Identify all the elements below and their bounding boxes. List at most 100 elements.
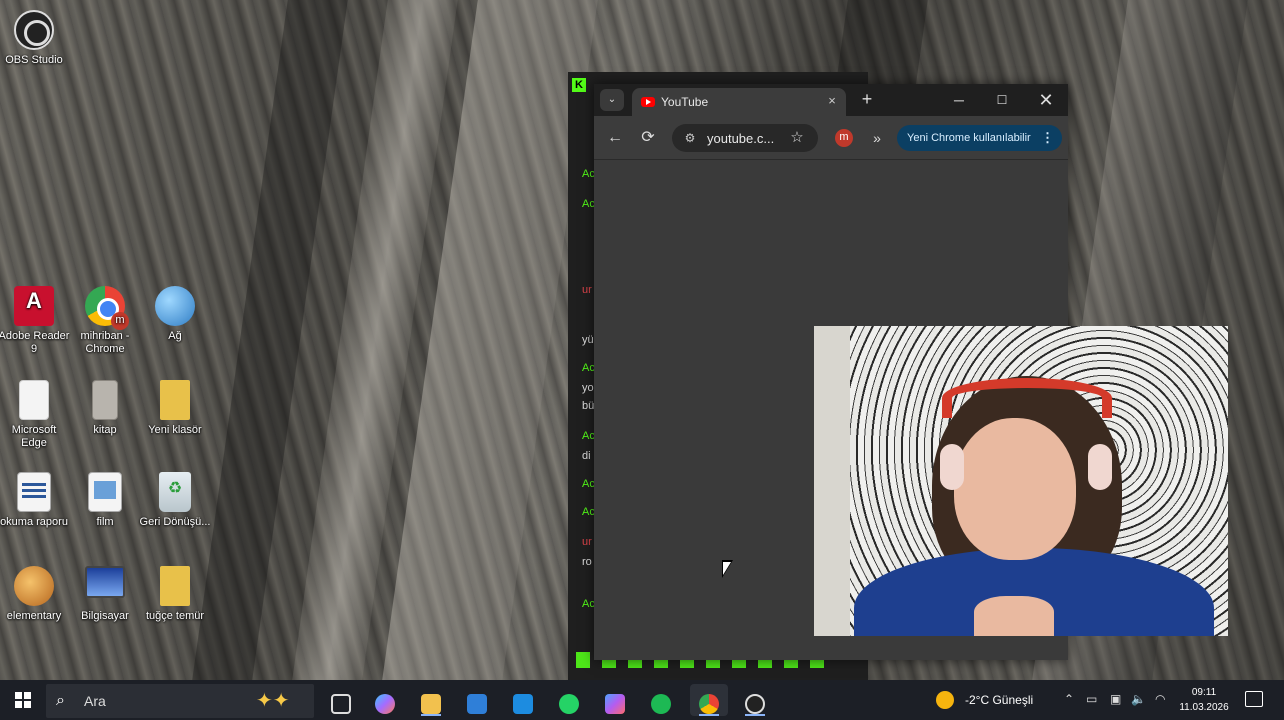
taskbar-search[interactable]: ⌕ Ara ✦✦ (46, 684, 314, 718)
desktop-icon-chrome-profile[interactable]: mihriban - Chrome (69, 286, 141, 356)
desktop-icon-microsoft-edge[interactable]: Microsoft Edge (0, 380, 70, 450)
network-icon (155, 286, 195, 326)
folder-icon (160, 380, 190, 420)
wifi-icon[interactable]: ◠ (1155, 692, 1165, 706)
image-file-icon (88, 472, 122, 512)
webcam-overlay (814, 326, 1228, 636)
computer-icon (85, 566, 125, 598)
desktop-icon-label: tuğçe temür (145, 610, 205, 622)
search-label: Ara (84, 693, 106, 709)
title-bar[interactable]: ⌄ YouTube × + ─ ☐ ✕ (594, 84, 1068, 116)
site-info-icon[interactable]: ⚙ (682, 130, 698, 146)
bookmark-star-icon[interactable]: ☆ (786, 127, 808, 149)
running-indicator (699, 714, 719, 716)
maximize-button[interactable]: ☐ (982, 88, 1022, 112)
spotify-icon (651, 694, 671, 714)
desktop-icon-label: Bilgisayar (81, 610, 129, 622)
chat-line: yo (582, 382, 594, 394)
tab-search-button[interactable]: ⌄ (600, 89, 624, 111)
elementary-app-icon (14, 566, 54, 606)
tray-chevron-up-icon[interactable]: ⌃ (1064, 692, 1074, 706)
chat-line: ur (582, 284, 592, 296)
desktop-icon-obs-studio[interactable]: OBS Studio (0, 10, 70, 67)
minimize-button[interactable]: ─ (939, 88, 979, 112)
file-icon (92, 380, 118, 420)
profile-avatar[interactable]: m (835, 129, 853, 147)
chrome-update-button[interactable]: Yeni Chrome kullanılabilir ⋮ (897, 125, 1062, 151)
volume-icon[interactable]: 🔈 (1131, 692, 1146, 706)
weather-text[interactable]: -2°C Güneşli (965, 693, 1033, 707)
desktop-icon-label: Ağ (168, 330, 182, 342)
document-icon (19, 380, 49, 420)
new-tab-button[interactable]: + (856, 90, 878, 110)
desktop-icon-label: mihriban - Chrome (80, 330, 130, 355)
headphones-earpad (940, 444, 964, 490)
task-view-button[interactable] (320, 684, 358, 716)
taskbar-store[interactable] (458, 684, 496, 716)
desktop-icon-okuma-raporu[interactable]: okuma raporu (0, 472, 70, 529)
taskbar-mail[interactable] (504, 684, 542, 716)
desktop-icon-recycle-bin[interactable]: Geri Dönüşü... (139, 472, 211, 529)
desktop-icon-label: Adobe Reader 9 (0, 330, 70, 355)
desktop-icon-film[interactable]: film (69, 472, 141, 529)
desktop-icon-kitap[interactable]: kitap (69, 380, 141, 437)
webcam-person-face (954, 418, 1076, 560)
m365-icon (605, 694, 625, 714)
task-view-icon (331, 694, 351, 714)
close-window-button[interactable]: ✕ (1026, 88, 1066, 112)
desktop-icon-label: OBS Studio (5, 54, 63, 66)
weather-sun-icon[interactable] (936, 691, 954, 709)
desktop-icon-elementary[interactable]: elementary (0, 566, 70, 623)
desktop-icon-label: kitap (93, 424, 117, 436)
desktop-icon-label: okuma raporu (0, 516, 68, 528)
taskbar-whatsapp[interactable] (550, 684, 588, 716)
chat-line: yü (582, 334, 594, 346)
reload-button[interactable]: ⟳ (637, 127, 659, 149)
chat-line: ur (582, 536, 592, 548)
start-button[interactable] (4, 684, 42, 716)
copilot-icon (375, 694, 395, 714)
notification-center-icon[interactable] (1245, 691, 1263, 707)
taskbar: ⌕ Ara ✦✦ -2°C Güneşli ⌃ ▭ ▣ 🔈 ◠ 09:11 11… (0, 680, 1284, 720)
folder-icon (421, 694, 441, 714)
taskbar-spotify[interactable] (642, 684, 680, 716)
word-document-icon (17, 472, 51, 512)
desktop-icon-computer[interactable]: Bilgisayar (69, 566, 141, 623)
tray-display-icon[interactable]: ▣ (1110, 692, 1121, 706)
taskbar-chrome[interactable] (690, 684, 728, 716)
chat-line: Ac (582, 168, 595, 180)
taskbar-obs[interactable] (736, 684, 774, 716)
tray-app-icon[interactable]: ▭ (1086, 692, 1097, 706)
chrome-icon (699, 694, 719, 714)
chat-line: Ac (582, 362, 595, 374)
copilot-sparkle-icon: ✦✦ (256, 690, 290, 712)
headphones-earpad (1088, 444, 1112, 490)
extensions-overflow-icon[interactable]: » (866, 127, 888, 149)
address-url: youtube.c... (707, 131, 775, 146)
recycle-bin-icon (159, 472, 191, 512)
desktop-icon-user-folder[interactable]: tuğçe temür (139, 566, 211, 623)
tab-youtube[interactable]: YouTube × (632, 88, 846, 116)
tab-close-icon[interactable]: × (824, 93, 840, 109)
folder-icon (160, 566, 190, 606)
obs-icon (14, 10, 54, 50)
desktop-icon-new-folder[interactable]: Yeni klasör (139, 380, 211, 437)
running-indicator (745, 714, 765, 716)
clock-time: 09:11 (1191, 687, 1217, 698)
update-label: Yeni Chrome kullanılabilir (907, 132, 1031, 144)
clock-date: 11.03.2026 (1179, 702, 1229, 713)
windows-logo-icon (15, 692, 31, 708)
taskbar-file-explorer[interactable] (412, 684, 450, 716)
taskbar-copilot[interactable] (366, 684, 404, 716)
desktop-icon-adobe-reader[interactable]: Adobe Reader 9 (0, 286, 70, 356)
kick-logo-icon: K (572, 78, 586, 92)
chat-line: di (582, 450, 591, 462)
back-button[interactable]: ← (604, 127, 626, 149)
taskbar-m365[interactable] (596, 684, 634, 716)
store-icon (467, 694, 487, 714)
desktop-icon-network[interactable]: Ağ (139, 286, 211, 343)
system-clock[interactable]: 09:11 11.03.2026 (1175, 685, 1233, 715)
menu-dots-icon[interactable]: ⋮ (1041, 125, 1054, 151)
chat-line: Ac (582, 198, 595, 210)
browser-toolbar: ← ⟳ ⚙ youtube.c... ☆ m » Yeni Chrome kul… (594, 116, 1068, 160)
